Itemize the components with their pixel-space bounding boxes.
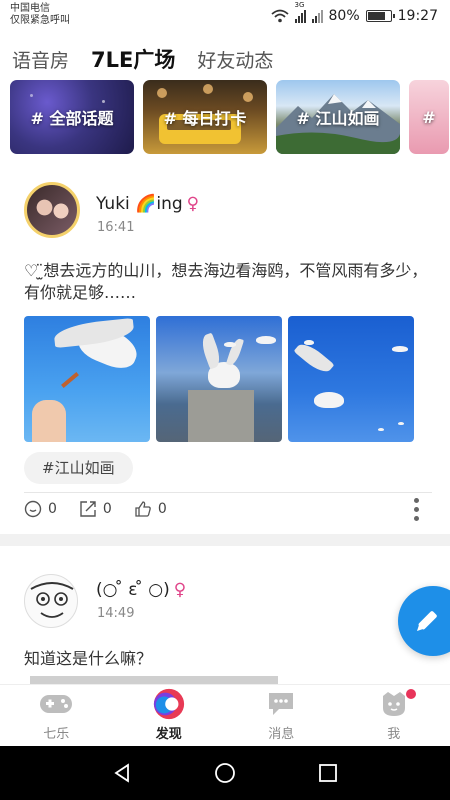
divider	[24, 492, 432, 493]
post-time: 16:41	[97, 220, 135, 235]
tab-friend-feed[interactable]: 好友动态	[197, 46, 273, 73]
gamepad-icon	[40, 695, 73, 713]
clock: 19:27	[397, 8, 438, 24]
photo-seagull-3[interactable]	[288, 316, 414, 442]
thumbs-up-icon	[135, 501, 151, 517]
compose-button[interactable]	[398, 586, 450, 656]
system-nav-bar	[0, 746, 450, 800]
carrier-name: 中国电信	[10, 3, 50, 14]
photo-seagull-2[interactable]	[156, 316, 282, 442]
nav-discover[interactable]: 发现	[113, 685, 226, 746]
notification-dot	[406, 689, 416, 699]
comment-icon	[24, 500, 42, 518]
discover-icon	[153, 688, 184, 720]
more-options-icon[interactable]	[414, 498, 420, 521]
post-text: ♡ ̫̈想去远方的山川，想去海边看海鸥，不管风雨有多少，有你就足够……	[24, 261, 428, 302]
topic-card-landscape[interactable]: # 江山如画	[276, 80, 400, 154]
topic-tag[interactable]: #江山如画	[24, 452, 133, 484]
post-text: 知道这是什么嘛？	[24, 649, 153, 668]
username[interactable]: Yuki 🌈ing ♀	[96, 194, 199, 214]
female-icon: ♀	[173, 580, 187, 600]
network-type: 3G	[294, 1, 305, 9]
topic-label: #	[422, 107, 436, 127]
female-icon: ♀	[186, 194, 200, 214]
username-text: Yuki 🌈ing	[96, 194, 183, 214]
avatar[interactable]	[24, 574, 78, 628]
topic-card-daily-checkin[interactable]: # 每日打卡	[143, 80, 267, 154]
recents-icon[interactable]	[317, 762, 339, 784]
nav-label: 发现	[155, 727, 182, 742]
tab-7le-square[interactable]: 7LE广场	[91, 44, 175, 74]
comment-count: 0	[48, 501, 57, 517]
nav-label: 七乐	[43, 727, 70, 742]
signal-icon: 3G	[294, 1, 306, 23]
section-separator	[0, 534, 450, 546]
like-count: 0	[157, 501, 167, 517]
nav-label: 消息	[268, 727, 295, 742]
status-bar: 中国电信 仅限紧急呼叫 3G 80% 19:27	[0, 0, 450, 32]
share-count: 0	[102, 501, 112, 517]
post-actions: 0 0 0	[24, 500, 167, 518]
meme-face-icon	[30, 582, 74, 618]
avatar[interactable]	[24, 182, 80, 238]
profile-icon	[382, 692, 405, 716]
pencil-icon	[417, 611, 437, 631]
comment-button[interactable]: 0	[24, 500, 57, 518]
topic-card-all[interactable]: # 全部话题	[10, 80, 134, 154]
topic-label: # 每日打卡	[163, 109, 247, 128]
back-icon[interactable]	[111, 762, 133, 784]
topic-label: # 江山如画	[296, 109, 380, 128]
nav-label: 我	[387, 727, 401, 742]
topic-card-more[interactable]: #	[409, 80, 449, 154]
post-time: 14:49	[97, 606, 135, 621]
photo-grid	[24, 316, 414, 442]
wifi-icon	[270, 9, 289, 23]
nav-profile[interactable]: 我	[338, 685, 450, 746]
nav-qile[interactable]: 七乐	[0, 685, 113, 746]
emergency-only-text: 仅限紧急呼叫	[10, 15, 70, 26]
top-tabs: 语音房 7LE广场 好友动态	[12, 44, 273, 74]
carrier-info: 中国电信 仅限紧急呼叫	[10, 3, 70, 27]
username-text: (○ ̊ ε ̊ ○)	[96, 580, 170, 600]
topic-carousel: # 全部话题 # 每日打卡 # 江山如画 #	[10, 80, 450, 156]
battery-icon	[365, 10, 395, 22]
like-button[interactable]: 0	[134, 500, 167, 518]
bottom-nav: 七乐 发现 消息 我	[0, 684, 450, 746]
username[interactable]: (○ ̊ ε ̊ ○) ♀	[96, 580, 186, 600]
share-button[interactable]: 0	[79, 500, 112, 518]
message-icon	[269, 693, 294, 715]
signal-icon-2	[311, 9, 323, 23]
battery-percent: 80%	[328, 8, 360, 24]
tab-voice-room[interactable]: 语音房	[12, 46, 69, 73]
status-icons: 3G 80% 19:27	[270, 1, 438, 26]
home-icon[interactable]	[214, 762, 236, 784]
nav-messages[interactable]: 消息	[225, 685, 338, 746]
topic-label: # 全部话题	[30, 109, 114, 128]
photo-seagull-1[interactable]	[24, 316, 150, 442]
share-icon	[80, 501, 96, 517]
